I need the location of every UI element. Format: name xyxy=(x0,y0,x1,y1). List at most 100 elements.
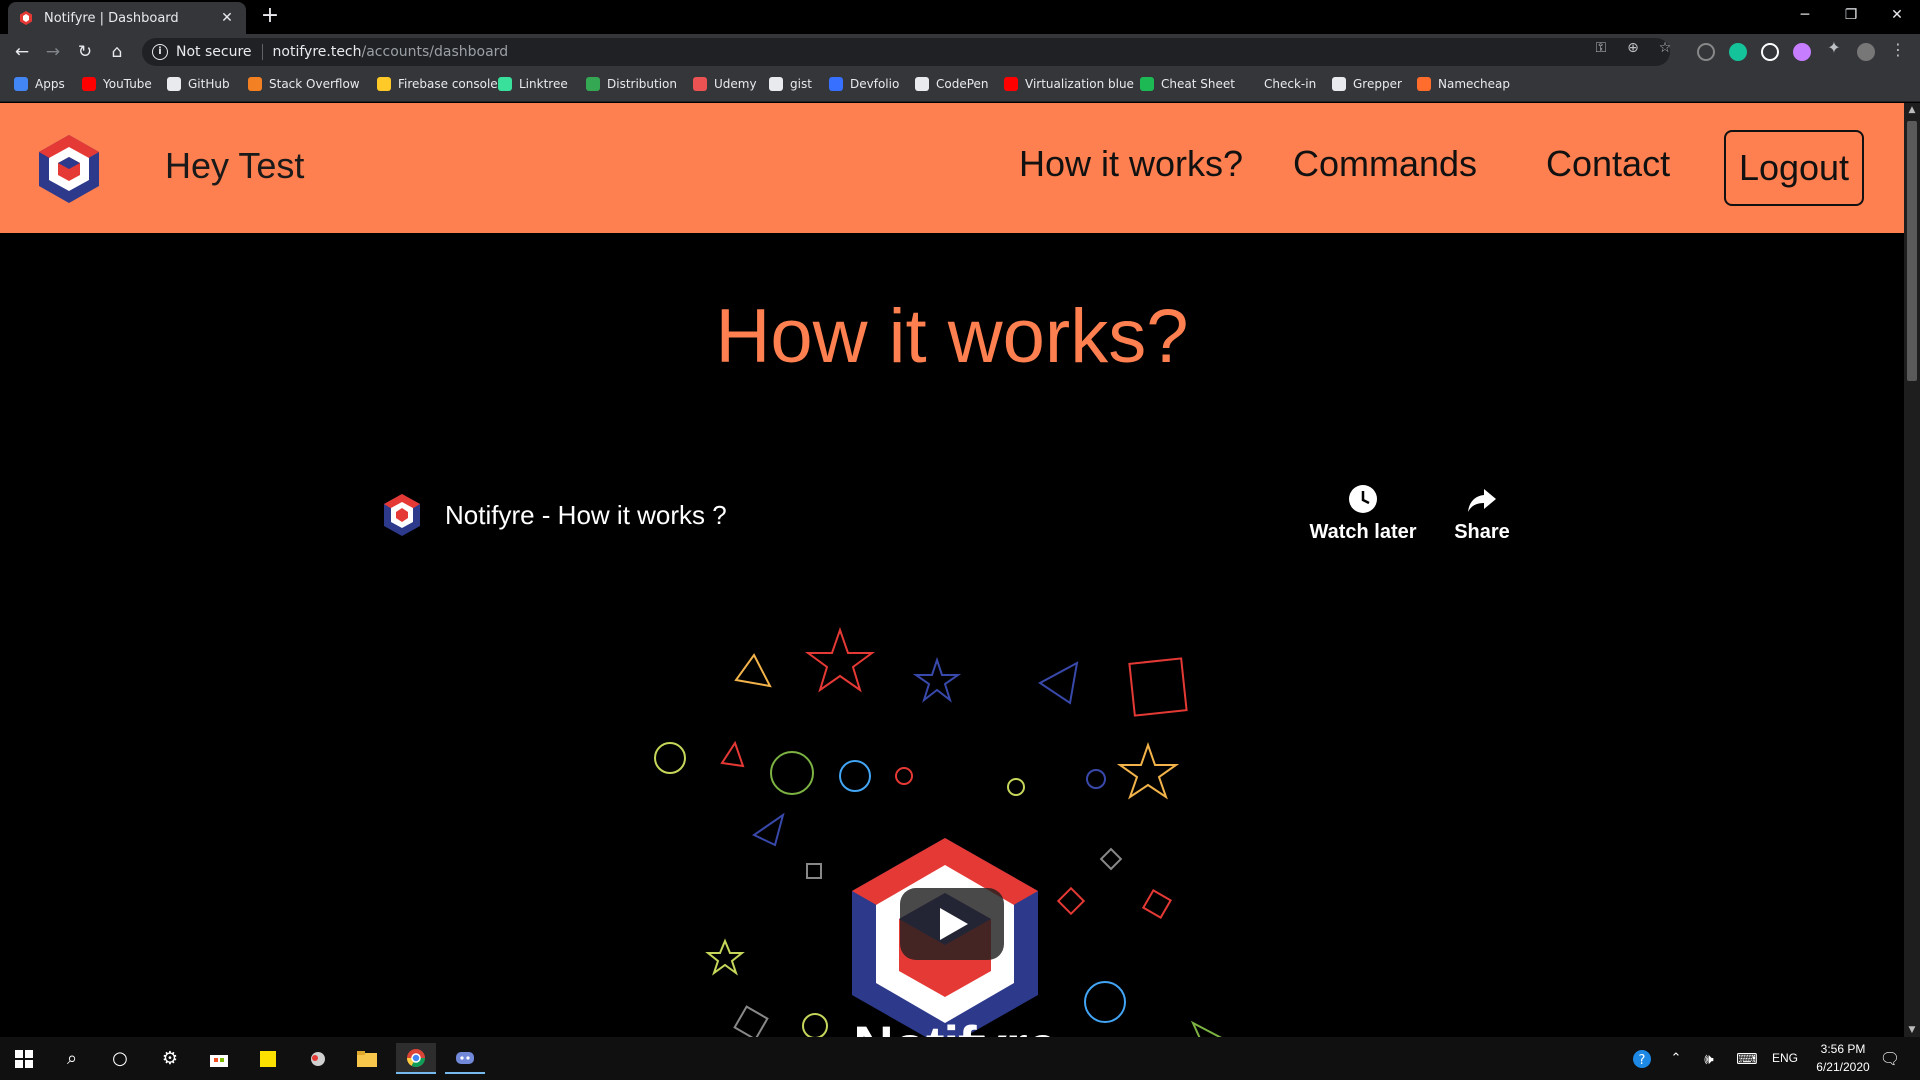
back-icon[interactable]: ← xyxy=(10,40,34,64)
github-icon xyxy=(769,77,783,91)
firebase-icon xyxy=(377,77,391,91)
chrome-taskbar-icon[interactable] xyxy=(396,1043,436,1074)
browser-tab[interactable]: Notifyre | Dashboard ✕ xyxy=(8,2,246,34)
share-button[interactable]: Share xyxy=(1422,483,1542,544)
discord-icon[interactable] xyxy=(445,1043,485,1074)
security-label: Not secure xyxy=(176,44,252,60)
tab-title: Notifyre | Dashboard xyxy=(44,10,179,26)
video-title[interactable]: Notifyre - How it works ? xyxy=(445,500,727,531)
user-greeting: Hey Test xyxy=(165,145,305,186)
bookmark-item[interactable]: Virtualization blue xyxy=(1004,77,1134,91)
clock-time[interactable]: 3:56 PM xyxy=(1808,1042,1878,1056)
file-explorer-icon[interactable] xyxy=(347,1043,387,1074)
devfolio-icon xyxy=(829,77,843,91)
bookmarks-bar: Apps YouTube GitHub Stack Overflow Firebase … xyxy=(0,70,1920,102)
stackoverflow-icon xyxy=(248,77,262,91)
restore-icon[interactable]: ❐ xyxy=(1828,4,1874,26)
bookmark-item[interactable]: Devfolio xyxy=(829,77,899,91)
bookmark-label: Linktree xyxy=(519,77,568,91)
scroll-down-icon[interactable]: ▼ xyxy=(1904,1023,1920,1037)
browser-tab-strip: Notifyre | Dashboard ✕ + ─ ❐ ✕ xyxy=(0,0,1920,34)
address-bar[interactable]: i Not secure notifyre.tech /accounts/das… xyxy=(142,38,1670,66)
clock-icon xyxy=(1349,485,1377,513)
bookmark-item[interactable]: Grepper xyxy=(1332,77,1402,91)
bookmark-item[interactable]: gist xyxy=(769,77,812,91)
play-button[interactable] xyxy=(900,888,1004,960)
store-icon[interactable] xyxy=(199,1043,239,1074)
reload-icon[interactable]: ↻ xyxy=(73,40,97,64)
bookmark-label: YouTube xyxy=(103,77,152,91)
nav-link-contact[interactable]: Contact xyxy=(1546,143,1670,185)
scroll-thumb[interactable] xyxy=(1907,121,1917,381)
bookmark-label: Namecheap xyxy=(1438,77,1510,91)
extension-color-icon[interactable] xyxy=(1793,43,1811,61)
tab-close-icon[interactable]: ✕ xyxy=(218,10,236,26)
info-icon[interactable]: i xyxy=(152,44,168,60)
cheatsheet-icon xyxy=(1140,77,1154,91)
windows-start-icon[interactable] xyxy=(4,1043,44,1074)
grammarly-icon[interactable] xyxy=(1729,43,1747,61)
help-icon[interactable]: ? xyxy=(1628,1043,1656,1074)
bookmark-item[interactable]: Apps xyxy=(14,77,65,91)
clock-date[interactable]: 6/21/2020 xyxy=(1808,1060,1878,1074)
app-icon[interactable] xyxy=(298,1043,338,1074)
apps-grid-icon xyxy=(14,77,28,91)
bookmark-item[interactable]: Udemy xyxy=(693,77,757,91)
watch-later-button[interactable]: Watch later xyxy=(1303,483,1423,544)
bookmark-item[interactable]: Check-in xyxy=(1243,77,1316,91)
bookmark-label: Stack Overflow xyxy=(269,77,360,91)
watch-later-label: Watch later xyxy=(1309,521,1417,543)
bookmark-item[interactable]: Stack Overflow xyxy=(248,77,360,91)
close-window-icon[interactable]: ✕ xyxy=(1874,4,1920,26)
url-path: /accounts/dashboard xyxy=(361,44,509,60)
bookmark-item[interactable]: YouTube xyxy=(82,77,152,91)
forward-icon[interactable]: → xyxy=(41,40,65,64)
volume-icon[interactable]: 🕪 xyxy=(1696,1043,1722,1074)
key-icon[interactable]: ⚿ xyxy=(1592,40,1610,56)
home-icon[interactable]: ⌂ xyxy=(105,40,129,64)
channel-logo-icon[interactable] xyxy=(382,493,422,537)
share-label: Share xyxy=(1454,521,1510,543)
namecheap-icon xyxy=(1417,77,1431,91)
notifyre-logo-icon[interactable] xyxy=(36,133,102,205)
bookmark-item[interactable]: Distribution xyxy=(586,77,677,91)
bookmark-item[interactable]: CodePen xyxy=(915,77,989,91)
language-indicator[interactable]: ENG xyxy=(1770,1051,1800,1065)
tray-chevron-up-icon[interactable]: ⌃ xyxy=(1664,1043,1688,1074)
bookmark-star-icon[interactable]: ☆ xyxy=(1656,40,1674,56)
notifications-icon[interactable]: 🗨 xyxy=(1876,1043,1904,1074)
cortana-icon[interactable]: ○ xyxy=(100,1043,140,1074)
menu-kebab-icon[interactable]: ⋮ xyxy=(1889,40,1907,59)
bookmark-label: Distribution xyxy=(607,77,678,91)
extension-github-icon[interactable] xyxy=(1697,43,1715,61)
bookmark-label: gist xyxy=(790,77,812,91)
bookmark-label: Cheat Sheet xyxy=(1161,77,1235,91)
new-tab-icon[interactable]: + xyxy=(258,4,282,28)
bookmark-item[interactable]: Namecheap xyxy=(1417,77,1510,91)
nav-link-how-it-works[interactable]: How it works? xyxy=(1019,143,1243,185)
extensions-puzzle-icon[interactable]: ✦ xyxy=(1825,38,1843,57)
bookmark-item[interactable]: Cheat Sheet xyxy=(1140,77,1235,91)
minimize-icon[interactable]: ─ xyxy=(1782,4,1828,26)
nav-link-commands[interactable]: Commands xyxy=(1293,143,1477,185)
bookmark-item[interactable]: Firebase console xyxy=(377,77,498,91)
bookmark-label: GitHub xyxy=(188,77,230,91)
linktree-icon xyxy=(498,77,512,91)
extension-check-icon[interactable] xyxy=(1761,43,1779,61)
page-scrollbar[interactable]: ▲ ▼ xyxy=(1904,103,1920,1037)
sticky-notes-icon[interactable] xyxy=(248,1043,288,1074)
search-icon[interactable]: ⌕ xyxy=(52,1043,92,1074)
bookmark-item[interactable]: Linktree xyxy=(498,77,568,91)
zoom-icon[interactable]: ⊕ xyxy=(1624,40,1642,56)
settings-gear-icon[interactable]: ⚙ xyxy=(150,1043,190,1074)
keyboard-icon[interactable]: ⌨ xyxy=(1732,1043,1762,1074)
checkin-icon xyxy=(1243,77,1257,91)
bookmark-label: Virtualization blue xyxy=(1025,77,1134,91)
youtube-embed[interactable]: Notifyre - How it works ? Watch later Sh… xyxy=(370,453,1540,1037)
profile-avatar-icon[interactable] xyxy=(1857,43,1875,61)
logout-button[interactable]: Logout xyxy=(1724,130,1864,206)
bookmark-label: Grepper xyxy=(1353,77,1402,91)
bookmark-item[interactable]: GitHub xyxy=(167,77,230,91)
scroll-up-icon[interactable]: ▲ xyxy=(1904,103,1920,117)
distribution-icon xyxy=(586,77,600,91)
